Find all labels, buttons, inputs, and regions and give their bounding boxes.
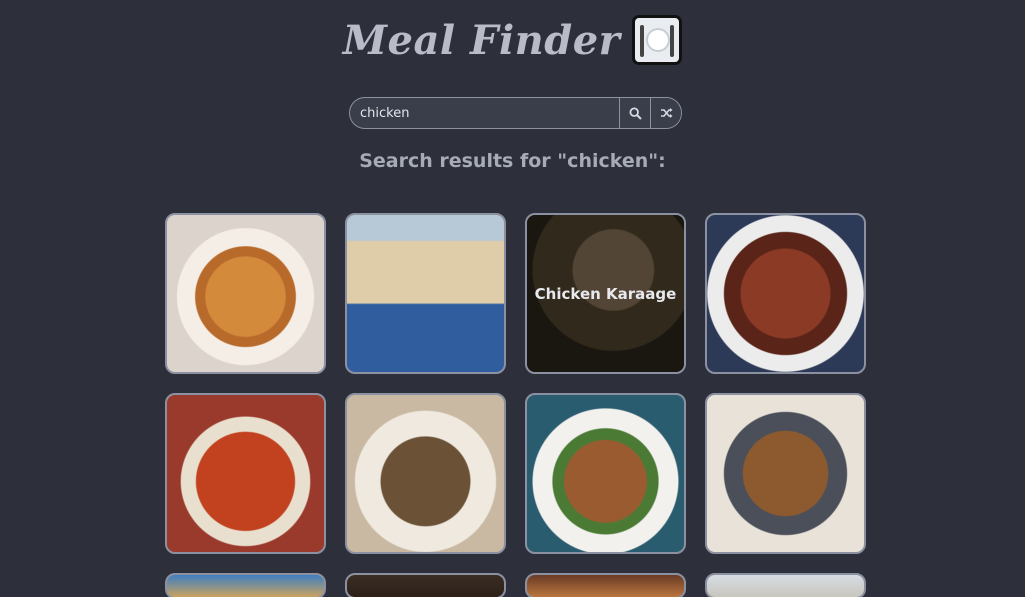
meal-card[interactable] — [165, 573, 326, 597]
app-title: Meal Finder — [342, 16, 621, 64]
search-button[interactable] — [619, 98, 650, 128]
meal-card[interactable] — [345, 573, 506, 597]
app-header: Meal Finder — [0, 12, 1025, 68]
meal-card[interactable] — [705, 393, 866, 554]
meal-card[interactable] — [525, 573, 686, 597]
meal-card[interactable] — [345, 213, 506, 374]
search-results-heading: Search results for "chicken": — [359, 150, 666, 172]
meal-card[interactable]: Chicken Karaage — [525, 213, 686, 374]
meal-card[interactable] — [525, 393, 686, 554]
search-input[interactable] — [350, 98, 619, 128]
meal-card[interactable] — [705, 573, 866, 597]
meal-card[interactable] — [165, 213, 326, 374]
shuffle-icon — [660, 108, 672, 118]
plate-with-cutlery-icon — [632, 15, 683, 65]
random-meal-button[interactable] — [650, 98, 681, 128]
meal-card[interactable] — [705, 213, 866, 374]
meal-card[interactable] — [165, 393, 326, 554]
meal-name: Chicken Karaage — [527, 215, 684, 372]
search-icon — [628, 106, 642, 120]
meal-card[interactable] — [345, 393, 506, 554]
search-form — [349, 97, 682, 129]
meals-grid: Chicken Karaage — [165, 213, 866, 597]
